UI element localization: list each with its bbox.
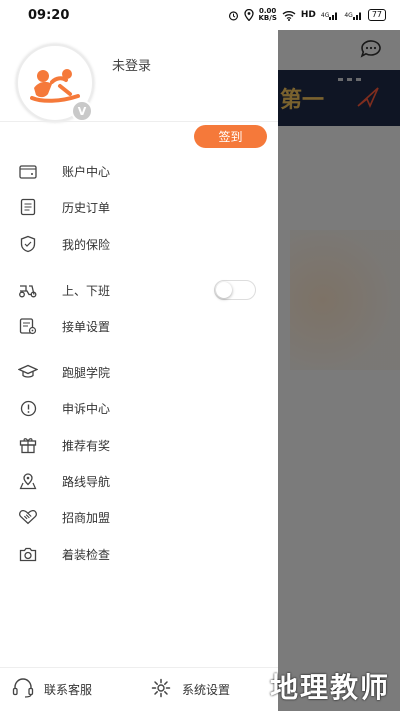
shift-toggle[interactable]	[214, 280, 256, 300]
contact-support-button[interactable]: 联系客服	[12, 678, 92, 701]
menu-label: 我的保险	[62, 237, 111, 252]
menu-item-referral[interactable]: 推荐有奖	[0, 430, 278, 460]
wallet-icon	[18, 162, 38, 180]
gift-icon	[18, 436, 38, 454]
map-pin-icon	[18, 472, 38, 490]
net-speed-unit: KB/S	[258, 14, 277, 22]
side-drawer: V 未登录 签到 账户中心 历史订单 我的保险 上、下班 接单设置 跑腿学院 申…	[0, 30, 278, 711]
order-settings-icon	[18, 317, 38, 335]
login-status[interactable]: 未登录	[112, 55, 151, 74]
signal-1-label: 4G	[320, 11, 330, 19]
menu-label: 路线导航	[62, 474, 111, 489]
menu-item-order-history[interactable]: 历史订单	[0, 192, 278, 222]
order-history-icon	[18, 198, 38, 216]
menu-item-academy[interactable]: 跑腿学院	[0, 357, 278, 387]
menu-label: 接单设置	[62, 319, 111, 334]
graduation-cap-icon	[18, 363, 38, 381]
vip-badge: V	[71, 100, 93, 122]
contact-support-label: 联系客服	[44, 683, 93, 697]
gear-icon	[150, 678, 172, 701]
location-icon	[243, 9, 254, 21]
headset-icon	[12, 678, 34, 701]
alert-circle-icon	[18, 399, 38, 417]
system-settings-label: 系统设置	[182, 683, 231, 697]
signal-icon-2: 4G	[344, 10, 362, 20]
status-icons: 0.00 KB/S HD 4G 4G 77	[228, 8, 386, 22]
watermark-text: 地理教师	[270, 671, 391, 704]
avatar[interactable]: V	[16, 44, 94, 122]
system-settings-button[interactable]: 系统设置	[150, 678, 230, 701]
signal-icon-1: 4G	[321, 10, 339, 20]
battery-indicator: 77	[367, 9, 386, 21]
profile-header[interactable]: V 未登录	[0, 30, 278, 122]
hd-label: HD	[300, 10, 316, 20]
wifi-icon	[282, 10, 296, 21]
status-bar: 09:20 0.00 KB/S HD 4G 4G 77	[0, 0, 400, 30]
handshake-icon	[18, 508, 38, 526]
menu-label: 历史订单	[62, 200, 111, 215]
menu-label: 推荐有奖	[62, 438, 111, 453]
alarm-icon	[228, 10, 239, 21]
status-time: 09:20	[28, 7, 70, 23]
menu-label: 上、下班	[62, 283, 111, 298]
menu-label: 着装检查	[62, 547, 111, 562]
app-logo	[30, 69, 80, 103]
menu-item-dress-check[interactable]: 着装检查	[0, 539, 278, 569]
net-speed: 0.00 KB/S	[259, 8, 277, 22]
menu-label: 招商加盟	[62, 510, 111, 525]
menu-item-shift: 上、下班	[0, 275, 278, 305]
menu-label: 账户中心	[62, 164, 111, 179]
menu-item-franchise[interactable]: 招商加盟	[0, 502, 278, 532]
menu-item-insurance[interactable]: 我的保险	[0, 229, 278, 259]
camera-icon	[18, 545, 38, 563]
drawer-bottom-bar: 联系客服 系统设置	[0, 667, 278, 711]
scooter-icon	[18, 281, 38, 299]
menu-label: 申诉中心	[62, 401, 111, 416]
menu-item-appeal-center[interactable]: 申诉中心	[0, 393, 278, 423]
divider	[0, 121, 278, 122]
menu-item-account-center[interactable]: 账户中心	[0, 156, 278, 186]
menu-label: 跑腿学院	[62, 365, 111, 380]
menu-item-order-settings[interactable]: 接单设置	[0, 311, 278, 341]
menu-item-navigation[interactable]: 路线导航	[0, 466, 278, 496]
toggle-knob	[216, 282, 232, 298]
signal-2-label: 4G	[344, 11, 353, 19]
shield-icon	[18, 235, 38, 253]
sign-in-button[interactable]: 签到	[194, 125, 267, 148]
